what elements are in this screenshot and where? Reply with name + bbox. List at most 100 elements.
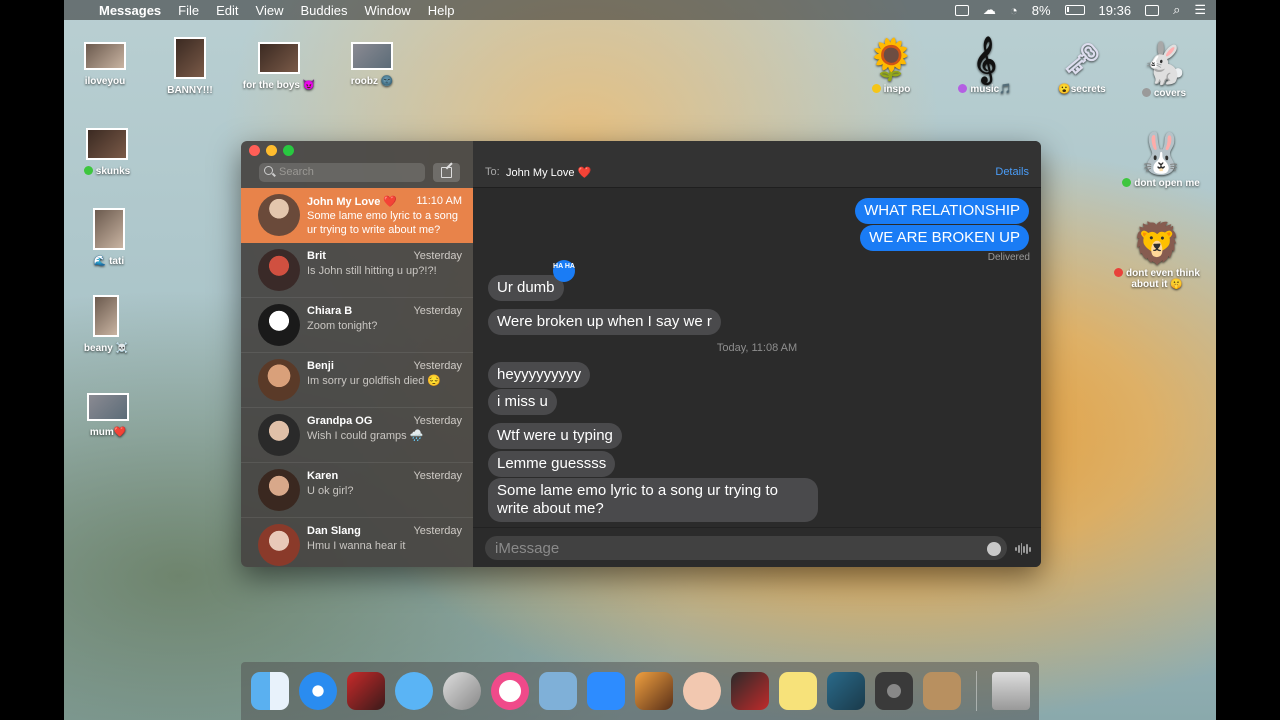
- app-icon[interactable]: [683, 672, 721, 710]
- desktop-folder[interactable]: iloveyou: [64, 42, 150, 87]
- calendar-icon[interactable]: [1145, 4, 1160, 16]
- desktop-icon-label: dont even think about it 🤫: [1109, 268, 1205, 290]
- haha-tapback-icon: HA HA: [553, 260, 575, 282]
- avatar: [258, 469, 300, 511]
- desktop-folder[interactable]: roobz 🌚: [327, 42, 417, 87]
- compose-button[interactable]: [433, 163, 460, 182]
- stickies-icon[interactable]: [779, 672, 817, 710]
- message-bubble-incoming[interactable]: Wtf were u typing: [488, 423, 622, 449]
- conversation-time: Yesterday: [413, 525, 462, 537]
- system-preferences-icon[interactable]: [875, 672, 913, 710]
- conversation-name: Brit: [307, 250, 326, 262]
- desktop-folder[interactable]: BANNY!!!: [145, 37, 235, 96]
- conversation-item[interactable]: Chiara B Yesterday Zoom tonight?: [241, 298, 473, 353]
- message-bubble-incoming[interactable]: Lemme guessss: [488, 451, 616, 477]
- app-icon[interactable]: [539, 672, 577, 710]
- message-input[interactable]: [485, 536, 1007, 560]
- conversation-preview: Hmu I wanna hear it: [307, 540, 406, 552]
- conversation-item[interactable]: John My Love ❤️ 11:10 AM Some lame emo l…: [241, 188, 473, 243]
- desktop-folder-music[interactable]: 𝄞 music🎵: [940, 36, 1030, 95]
- menu-clock[interactable]: 19:36: [1099, 3, 1132, 18]
- desktop-icon-label: skunks: [64, 166, 152, 177]
- trash-icon[interactable]: [992, 672, 1030, 710]
- battery-percent[interactable]: 8%: [1032, 3, 1051, 18]
- message-bubble-outgoing[interactable]: WE ARE BROKEN UP: [860, 225, 1029, 251]
- desktop-icon-label: beany ☠️: [83, 343, 129, 354]
- menu-app-name[interactable]: Messages: [99, 3, 161, 18]
- conversation-preview: U ok girl?: [307, 485, 354, 497]
- conversation-item[interactable]: Benji Yesterday Im sorry ur goldfish die…: [241, 353, 473, 408]
- preview-icon[interactable]: [827, 672, 865, 710]
- wifi-icon[interactable]: ◔: [1010, 3, 1018, 18]
- creative-cloud-icon[interactable]: ☁: [983, 2, 996, 18]
- menu-file[interactable]: File: [178, 3, 199, 18]
- folder-thumbnail: [258, 42, 300, 74]
- bunny-plush-icon: 🐰: [1136, 132, 1186, 176]
- message-bubble-incoming[interactable]: Were broken up when I say we r: [488, 309, 721, 335]
- photo-booth-icon[interactable]: [347, 672, 385, 710]
- menu-edit[interactable]: Edit: [216, 3, 238, 18]
- desktop-folder[interactable]: 🌊 tati: [64, 208, 154, 267]
- dock-separator: [976, 671, 977, 711]
- audio-message-icon[interactable]: [1015, 543, 1031, 555]
- recipient-name[interactable]: John My Love ❤️: [506, 166, 591, 179]
- lion-icon: 🦁: [1132, 222, 1182, 266]
- message-bubble-outgoing[interactable]: WHAT RELATIONSHIP: [855, 198, 1029, 224]
- messages-icon[interactable]: [395, 672, 433, 710]
- folder-thumbnail: [93, 295, 119, 337]
- battery-icon[interactable]: [1064, 5, 1085, 15]
- desktop-icon-label: BANNY!!!: [167, 85, 213, 96]
- conversation-item[interactable]: Brit Yesterday Is John still hitting u u…: [241, 243, 473, 298]
- message-bubble-incoming[interactable]: Ur dumb: [488, 275, 564, 301]
- zoom-button[interactable]: [283, 145, 294, 156]
- message-bubble-incoming[interactable]: i miss u: [488, 389, 557, 415]
- desktop-folder-dont-open-me[interactable]: 🐰 dont open me: [1116, 130, 1206, 189]
- menu-buddies[interactable]: Buddies: [300, 3, 347, 18]
- desktop-folder-secrets[interactable]: 🗝 😮secrets: [1037, 36, 1127, 95]
- folder-thumbnail: [174, 37, 206, 79]
- conversation-item[interactable]: Karen Yesterday U ok girl?: [241, 463, 473, 518]
- bunny-icon: 🐇: [1139, 42, 1189, 86]
- desktop-folder-covers[interactable]: 🐇 covers: [1119, 40, 1209, 99]
- details-button[interactable]: Details: [995, 166, 1029, 178]
- spotlight-icon[interactable]: ⌕: [1173, 2, 1180, 18]
- search-icon: [264, 166, 273, 175]
- conversation-preview: Is John still hitting u up?!?!: [307, 265, 437, 277]
- desktop-icon-label: mum❤️: [89, 427, 127, 438]
- desktop-folder-dont-even[interactable]: 🦁 dont even think about it 🤫: [1109, 220, 1205, 290]
- garageband-icon[interactable]: [635, 672, 673, 710]
- message-bubble-incoming[interactable]: Some lame emo lyric to a song ur trying …: [488, 478, 818, 522]
- contacts-icon[interactable]: [923, 672, 961, 710]
- desktop-folder[interactable]: beany ☠️: [64, 295, 151, 354]
- desktop-icon-label: 😮secrets: [1058, 84, 1106, 95]
- close-button[interactable]: [249, 145, 260, 156]
- finder-icon[interactable]: [251, 672, 289, 710]
- desktop-folder[interactable]: mum❤️: [64, 393, 153, 438]
- desktop-folder[interactable]: for the boys 😈: [234, 42, 324, 91]
- app-icon[interactable]: [443, 672, 481, 710]
- minimize-button[interactable]: [266, 145, 277, 156]
- notification-center-icon[interactable]: ☰: [1194, 2, 1206, 18]
- desktop-folder[interactable]: skunks: [64, 128, 152, 177]
- zoom-status-icon[interactable]: [954, 4, 969, 16]
- avatar: [258, 524, 300, 566]
- conversation-preview: Im sorry ur goldfish died 😔: [307, 375, 442, 387]
- search-field[interactable]: Search: [259, 163, 425, 182]
- menu-window[interactable]: Window: [364, 3, 410, 18]
- zoom-icon[interactable]: [587, 672, 625, 710]
- desktop-icon-label: covers: [1119, 88, 1209, 99]
- safari-icon[interactable]: [299, 672, 337, 710]
- conversation-item[interactable]: Dan Slang Yesterday Hmu I wanna hear it: [241, 518, 473, 567]
- message-bubble-incoming[interactable]: heyyyyyyyyy: [488, 362, 591, 388]
- chat-header: To: John My Love ❤️ Details: [473, 141, 1041, 188]
- desktop-icon-label: dont open me: [1116, 178, 1206, 189]
- itunes-icon[interactable]: [491, 672, 529, 710]
- menu-help[interactable]: Help: [428, 3, 455, 18]
- app-icon[interactable]: [731, 672, 769, 710]
- folder-thumbnail: [86, 128, 128, 160]
- conversation-time: 11:10 AM: [416, 195, 462, 207]
- desktop-folder-inspo[interactable]: 🌻 inspo: [846, 36, 936, 95]
- menu-view[interactable]: View: [256, 3, 284, 18]
- emoji-icon[interactable]: [987, 542, 1001, 556]
- conversation-item[interactable]: Grandpa OG Yesterday Wish I could gramps…: [241, 408, 473, 463]
